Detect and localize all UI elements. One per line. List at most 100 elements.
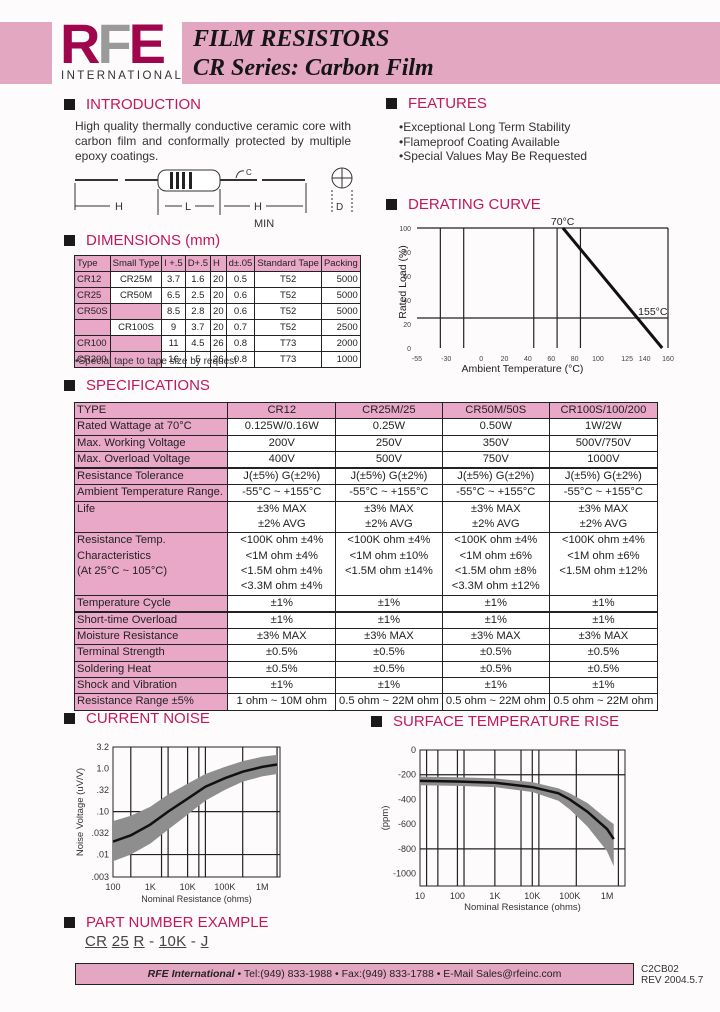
spec-label-line: Moisture Resistance <box>77 630 179 643</box>
spec-label-line: Resistance Temp. <box>77 534 166 547</box>
spec-value-line: <1M ohm ±4% <box>245 549 318 562</box>
spec-value-line: ±0.5% <box>373 662 405 675</box>
footer-contact: • Tel:(949) 833-1988 • Fax:(949) 833-178… <box>234 968 562 980</box>
x-tick-label: -30 <box>441 356 451 363</box>
spec-value-line: 750V <box>482 452 509 465</box>
spec-cell: 1000V <box>548 450 659 469</box>
spec-value-line: -55°C ~ +155°C <box>563 486 643 499</box>
dimensions-cell: T52 <box>254 303 322 320</box>
spec-value-line: ±1% <box>592 613 615 626</box>
dimensions-column-header: Packing <box>320 255 361 272</box>
section-bullet-icon <box>371 716 382 727</box>
spec-row: Max. Overload Voltage 400V 500V 750V 1000V <box>73 450 659 469</box>
spec-value-line: ±1% <box>377 679 401 692</box>
spec-value-line: 0.5 ohm ~ 22M ohm <box>445 695 546 708</box>
dimensions-heading: DIMENSIONS (mm) <box>64 232 220 249</box>
spec-row-label: Temperature Cycle <box>73 594 229 613</box>
spec-value-line: 1 ohm ~ 10M ohm <box>236 695 327 708</box>
spec-row-label: Resistance Range ±5% <box>73 693 229 711</box>
dimensions-table: Type Small Type l +.5 D+.5 Hd±.05 Standard Ta… <box>74 255 361 368</box>
spec-label-line: Shock and Vibration <box>77 679 177 692</box>
diagram-label-min: MIN <box>254 218 274 230</box>
spec-value-line: ±3% MAX <box>470 630 521 643</box>
dimensions-cell: 2.5 <box>184 287 212 304</box>
derating-line <box>561 227 664 349</box>
spec-label-line: Soldering Heat <box>77 662 152 675</box>
part-number-heading: PART NUMBER EXAMPLE <box>64 914 269 931</box>
dimensions-row: CR100S 9 3.7 20 0.7 T52 2500 <box>74 319 361 336</box>
annotation-label: 155°C <box>638 306 668 318</box>
spec-row: Shock and Vibration ±1% ±1% ±1% ±1% <box>73 677 659 695</box>
spec-cell: ±1% <box>441 677 550 695</box>
spec-value-line: ±2% AVG <box>471 518 520 531</box>
spec-row-label: Resistance Tolerance <box>73 467 229 486</box>
spec-value-line: ±2% AVG <box>579 518 628 531</box>
spec-row-label: Soldering Heat <box>73 660 229 679</box>
spec-cell: -55°C ~ +155°C <box>227 484 337 502</box>
y-axis-label: (ppm) <box>380 806 391 831</box>
y-tick-label: -1000 <box>393 869 416 879</box>
dimensions-column-header: D+.5 <box>184 255 212 272</box>
spec-cell: 750V <box>441 450 550 469</box>
dimensions-cell: 0.6 <box>225 287 256 304</box>
spec-cell: 250V <box>335 434 443 452</box>
spec-cell: ±0.5% <box>335 660 443 679</box>
spec-cell: J(±5%) G(±2%) <box>335 467 443 486</box>
dimensions-cell: 20 <box>210 287 227 304</box>
dimensions-cell: 0.5 <box>225 271 256 288</box>
current-noise-heading: CURRENT NOISE <box>64 710 210 727</box>
dimensions-cell: CR50S <box>74 303 111 320</box>
x-tick-label: 10K <box>180 882 196 892</box>
section-bullet-icon <box>64 713 75 724</box>
spec-value-line: J(±5%) G(±2%) <box>564 470 642 483</box>
spec-value-line: <1.5M ohm ±12% <box>559 564 648 577</box>
spec-column-header: CR100S/100/200 <box>548 401 659 420</box>
spec-cell: ±3% MAX <box>441 628 550 646</box>
diagram-label-l: L <box>185 201 191 213</box>
spec-cell: 500V/750V <box>548 434 659 452</box>
dimensions-row: CR12 CR25M 3.7 1.6 20 0.5 T52 5000 <box>74 271 361 288</box>
dimensions-column-header: H <box>210 255 227 272</box>
spec-value-line: ±0.5% <box>373 646 405 659</box>
dimensions-cell <box>109 335 163 352</box>
dimensions-cell: 2.8 <box>184 303 212 320</box>
dimensions-cell: 3.7 <box>184 319 212 336</box>
spec-row-label: Shock and Vibration <box>73 677 229 695</box>
revision: REV 2004.5.7 <box>641 975 704 986</box>
part-resistance: 10K <box>158 933 187 950</box>
spec-value-line: ±3% MAX <box>578 502 629 515</box>
spec-value-line: <3.3M ohm ±12% <box>451 580 540 593</box>
spec-cell: 0.5 ohm ~ 22M ohm <box>335 693 443 711</box>
footer-company: RFE International <box>147 968 235 980</box>
diagram-label-h-left: H <box>115 201 123 213</box>
spec-column-header: CR12 <box>227 401 337 420</box>
part-wattage: 25 <box>111 933 130 950</box>
y-tick-label: .032 <box>91 828 109 838</box>
spec-cell: 0.5 ohm ~ 22M ohm <box>548 693 659 711</box>
spec-value-line: ±1% <box>270 596 293 609</box>
x-tick-label: 100 <box>105 882 120 892</box>
logo-letter-f: F <box>97 12 131 75</box>
spec-value-line: <100K ohm ±4% <box>561 534 645 547</box>
dimensions-column-header: l +.5 <box>161 255 186 272</box>
derating-heading: DERATING CURVE <box>386 196 541 213</box>
spec-value-line: <100K ohm ±4% <box>454 534 538 547</box>
spec-value-line: ±1% <box>484 679 507 692</box>
dimensions-cell: 11 <box>161 335 186 352</box>
spec-cell: 0.5 ohm ~ 22M ohm <box>441 693 550 711</box>
spec-value-line: -55°C ~ +155°C <box>349 486 429 499</box>
current-noise-chart: 100 1K 10K 100K 1M .003 .01 .032 .10 .32 1.0 3.2 Nom… <box>75 742 281 904</box>
spec-value-line: 0.50W <box>479 420 512 433</box>
spec-value-line: 0.5 ohm ~ 22M ohm <box>339 695 439 708</box>
dimensions-cell: CR12 <box>74 271 111 288</box>
spec-row: Terminal Strength ±0.5% ±0.5% ±0.5% ±0.5% <box>73 644 659 662</box>
current-noise-heading-text: CURRENT NOISE <box>86 710 210 727</box>
section-bullet-icon <box>64 99 75 110</box>
x-tick-label: 1M <box>601 891 614 901</box>
dimensions-cell: 20 <box>210 303 227 320</box>
y-tick-label: 0 <box>411 745 416 755</box>
spec-value-line: -55°C ~ +155°C <box>242 486 322 499</box>
x-tick-label: 100K <box>214 882 235 892</box>
section-bullet-icon <box>64 917 75 928</box>
dimensions-cell: CR25M <box>109 271 163 288</box>
